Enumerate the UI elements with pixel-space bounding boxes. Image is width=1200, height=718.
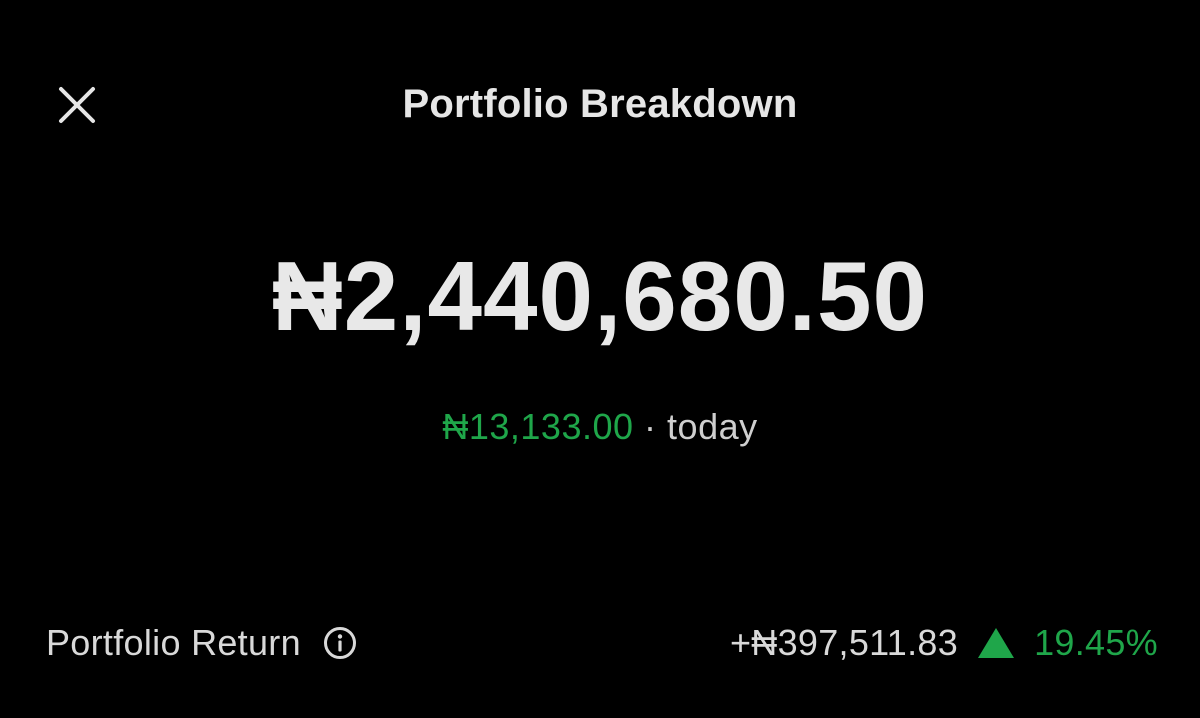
info-icon[interactable] xyxy=(323,626,357,660)
portfolio-return-percent: 19.45% xyxy=(1034,622,1158,663)
portfolio-return-label: Portfolio Return xyxy=(46,622,301,663)
up-triangle-icon xyxy=(976,625,1016,661)
portfolio-return-right: +₦397,511.83 19.45% xyxy=(730,622,1158,664)
page-title: Portfolio Breakdown xyxy=(402,82,798,126)
header: Portfolio Breakdown xyxy=(0,70,1200,142)
daily-change-period: today xyxy=(667,406,758,447)
portfolio-return-left: Portfolio Return xyxy=(46,622,357,664)
daily-change-separator: · xyxy=(644,406,657,447)
portfolio-return-amount: +₦397,511.83 xyxy=(729,622,959,663)
daily-change: ₦13,133.00 · today xyxy=(0,406,1200,448)
portfolio-return-row: Portfolio Return +₦397,511.83 19.45% xyxy=(46,615,1158,671)
daily-change-amount: ₦13,133.00 xyxy=(442,406,634,447)
portfolio-balance: ₦2,440,680.50 xyxy=(272,241,928,351)
